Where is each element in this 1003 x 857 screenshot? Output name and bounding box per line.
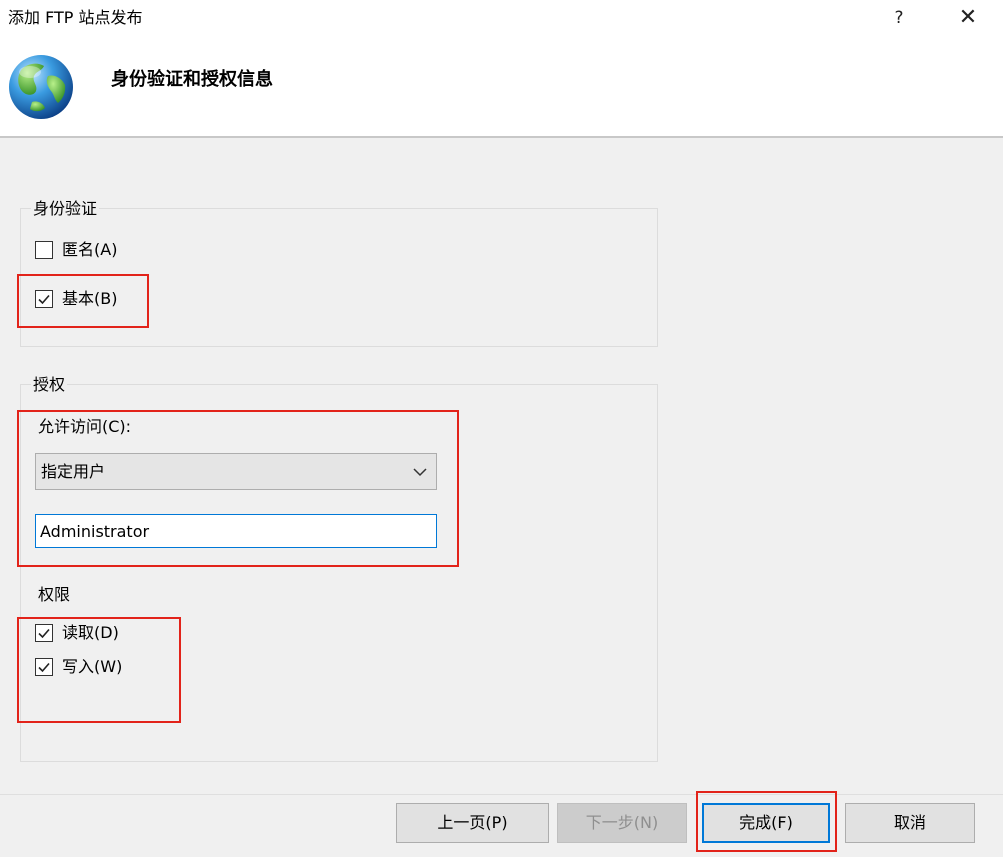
permissions-label: 权限 <box>38 585 71 604</box>
footer-divider <box>0 794 1003 795</box>
basic-highlight-box <box>17 274 149 328</box>
next-button[interactable]: 下一步(N) <box>557 803 687 843</box>
authentication-group-title: 身份验证 <box>31 198 100 220</box>
title-bar: 添加 FTP 站点发布 ? ✕ <box>0 0 1003 36</box>
anonymous-label: 匿名(A) <box>62 240 118 259</box>
anonymous-checkbox-row[interactable]: 匿名(A) <box>35 238 117 262</box>
wizard-header: 身份验证和授权信息 <box>0 36 1003 138</box>
help-button[interactable]: ? <box>886 4 912 32</box>
finish-highlight-box <box>696 791 837 852</box>
allow-access-highlight-box <box>17 410 459 567</box>
previous-button[interactable]: 上一页(P) <box>396 803 549 843</box>
window-title: 添加 FTP 站点发布 <box>8 8 143 27</box>
anonymous-checkbox[interactable] <box>35 241 53 259</box>
globe-icon <box>9 55 73 119</box>
page-heading: 身份验证和授权信息 <box>111 69 273 90</box>
authorization-group-title: 授权 <box>31 374 68 396</box>
cancel-button[interactable]: 取消 <box>845 803 975 843</box>
close-button[interactable]: ✕ <box>953 4 983 32</box>
permissions-highlight-box <box>17 617 181 723</box>
